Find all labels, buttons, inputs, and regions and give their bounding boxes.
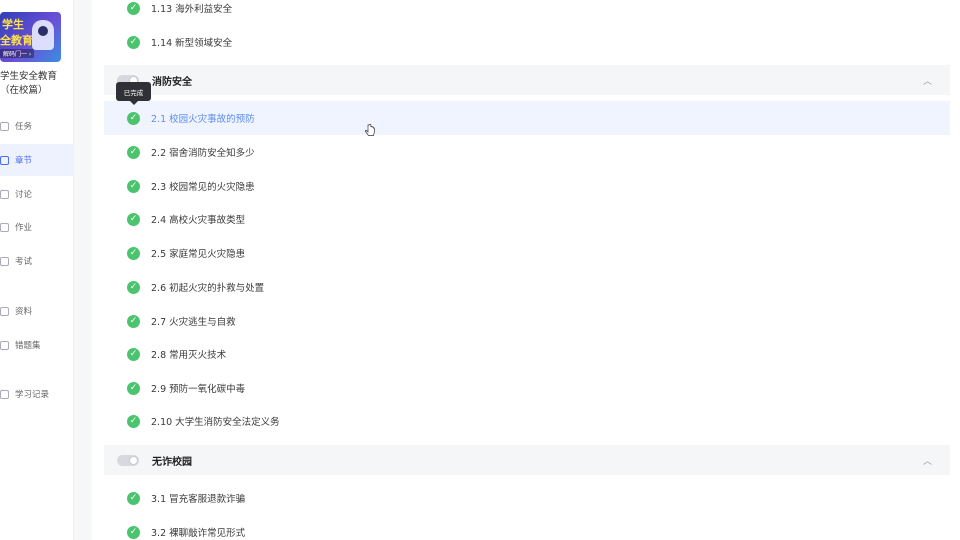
cover-title-line1: 学生 (2, 18, 24, 31)
section-header-fraud-free[interactable]: 无诈校园 ︿ (104, 445, 950, 475)
lesson-title: 2.5 家庭常见火灾隐患 (151, 249, 246, 260)
list-item[interactable]: ✓ 2.10 大学生消防安全法定义务 (104, 404, 950, 438)
lesson-title: 2.3 校园常见的火灾隐患 (151, 182, 255, 193)
course-title: 学生安全教育 （在校篇） (0, 70, 74, 98)
course-title-line1: 学生安全教育 (0, 71, 58, 82)
cover-title-line2: 全教育 (0, 34, 33, 47)
lesson-title: 2.10 大学生消防安全法定义务 (151, 417, 280, 428)
list-item[interactable]: ✓ 2.2 宿舍消防安全知多少 (104, 135, 950, 169)
task-icon (0, 121, 9, 131)
sidebar-item-materials[interactable]: 资料 (0, 295, 74, 327)
lesson-title: 3.1 冒充客服退款诈骗 (151, 494, 246, 505)
completed-check-icon: ✓ (127, 35, 140, 49)
cover-figure-head (38, 26, 48, 36)
lesson-title: 2.1 校园火灾事故的预防 (151, 114, 255, 125)
lesson-title: 2.7 火灾逃生与自救 (151, 317, 236, 328)
list-item[interactable]: ✓ 3.2 裸聊敲诈常见形式 (104, 515, 950, 540)
list-item[interactable]: ✓ 2.1 校园火灾事故的预防 (104, 101, 950, 135)
cover-badge: 解码门一 › (0, 49, 35, 58)
completed-check-icon: ✓ (127, 280, 140, 294)
sidebar-item-label: 资料 (15, 307, 33, 317)
materials-icon (0, 306, 9, 316)
sidebar-item-label: 章节 (15, 156, 33, 166)
completed-check-icon: ✓ (127, 347, 140, 361)
chevron-up-icon[interactable]: ︿ (923, 454, 932, 467)
sidebar-item-label: 学习记录 (15, 390, 50, 400)
list-item[interactable]: ✓ 1.13 海外利益安全 (104, 0, 950, 25)
sidebar-item-label: 讨论 (15, 190, 33, 200)
chevron-up-icon[interactable]: ︿ (923, 74, 932, 87)
list-item[interactable]: ✓ 2.9 预防一氧化碳中毒 (104, 371, 950, 405)
completed-check-icon: ✓ (127, 145, 140, 159)
completed-check-icon: ✓ (127, 246, 140, 260)
completed-check-icon: ✓ (127, 1, 140, 15)
sidebar-item-label: 作业 (15, 223, 33, 233)
discussion-icon (0, 189, 9, 199)
sidebar-item-homework[interactable]: 作业 (0, 211, 74, 243)
sidebar-item-mistakes[interactable]: 错题集 (0, 329, 74, 361)
completed-check-icon: ✓ (127, 525, 140, 539)
course-cover-image[interactable]: 学生 全教育 解码门一 › (0, 12, 61, 62)
sidebar-item-record[interactable]: 学习记录 (0, 378, 74, 410)
lesson-title: 3.2 裸聊敲诈常见形式 (151, 528, 246, 539)
completed-check-icon: ✓ (127, 111, 140, 125)
sidebar: 学生 全教育 解码门一 › 学生安全教育 （在校篇） 任务 章节 讨论 作业 考… (0, 0, 74, 540)
hand-cursor-icon (365, 124, 375, 136)
completed-tooltip: 已完成 (116, 82, 151, 105)
completed-check-icon: ✓ (127, 491, 140, 505)
chapter-list: ✓ 1.13 海外利益安全 ✓ 1.14 新型领域安全 消防安全 ︿ ✓ 2.1… (92, 0, 960, 540)
completed-check-icon: ✓ (127, 314, 140, 328)
completed-check-icon: ✓ (127, 414, 140, 428)
chapter-icon (0, 155, 9, 165)
list-item[interactable]: ✓ 2.5 家庭常见火灾隐患 (104, 236, 950, 270)
mistakes-icon (0, 340, 9, 350)
course-title-line2: （在校篇） (0, 85, 48, 96)
lesson-title: 1.13 海外利益安全 (151, 4, 233, 15)
section-progress-toggle (117, 454, 139, 466)
list-item[interactable]: ✓ 2.4 高校火灾事故类型 (104, 202, 950, 236)
completed-check-icon: ✓ (127, 179, 140, 193)
list-item[interactable]: ✓ 2.3 校园常见的火灾隐患 (104, 169, 950, 203)
homework-icon (0, 222, 9, 232)
list-item[interactable]: ✓ 2.7 火灾逃生与自救 (104, 304, 950, 338)
lesson-title: 2.4 高校火灾事故类型 (151, 215, 246, 226)
record-icon (0, 389, 9, 399)
list-item[interactable]: ✓ 2.8 常用灭火技术 (104, 337, 950, 371)
sidebar-item-label: 任务 (15, 122, 33, 132)
lesson-title: 2.9 预防一氧化碳中毒 (151, 384, 246, 395)
section-title: 无诈校园 (152, 456, 192, 468)
sidebar-item-chapter[interactable]: 章节 (0, 144, 74, 176)
section-title: 消防安全 (152, 76, 192, 88)
lesson-title: 2.2 宿舍消防安全知多少 (151, 148, 255, 159)
sidebar-item-task[interactable]: 任务 (0, 110, 74, 142)
lesson-title: 1.14 新型领域安全 (151, 38, 233, 49)
list-item[interactable]: ✓ 1.14 新型领域安全 (104, 25, 950, 59)
completed-check-icon: ✓ (127, 381, 140, 395)
sidebar-item-discussion[interactable]: 讨论 (0, 178, 74, 210)
list-item[interactable]: ✓ 3.1 冒充客服退款诈骗 (104, 481, 950, 515)
lesson-title: 2.8 常用灭火技术 (151, 350, 227, 361)
sidebar-item-label: 考试 (15, 257, 33, 267)
completed-check-icon: ✓ (127, 212, 140, 226)
sidebar-item-exam[interactable]: 考试 (0, 245, 74, 277)
sidebar-item-label: 错题集 (15, 341, 41, 351)
section-header-fire-safety[interactable]: 消防安全 ︿ (104, 65, 950, 95)
list-item[interactable]: ✓ 2.6 初起火灾的扑救与处置 (104, 270, 950, 304)
lesson-title: 2.6 初起火灾的扑救与处置 (151, 283, 265, 294)
exam-icon (0, 256, 9, 266)
